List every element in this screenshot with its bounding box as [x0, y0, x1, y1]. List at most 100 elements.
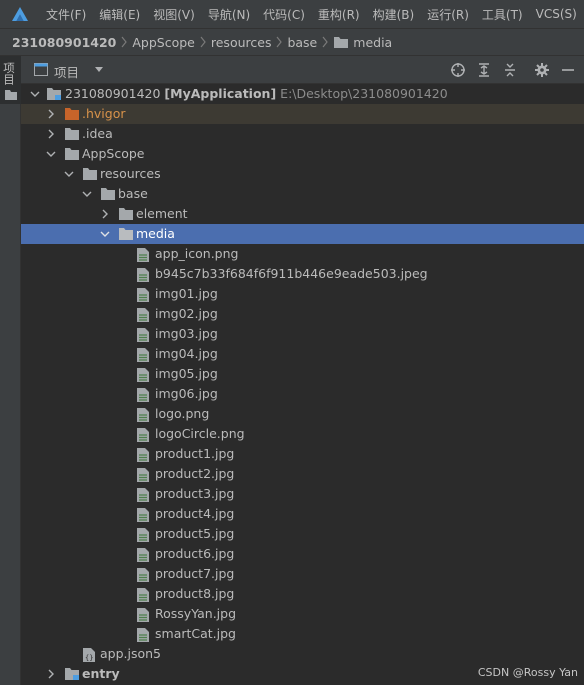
- tree-node-element[interactable]: element: [21, 204, 584, 224]
- chevron-down-icon[interactable]: [30, 89, 40, 99]
- tree-node-hvigor[interactable]: .hvigor: [21, 104, 584, 124]
- tree-node-file-label: product1.jpg: [155, 446, 235, 461]
- tree-node-appscope[interactable]: AppScope: [21, 144, 584, 164]
- tree-node-file[interactable]: product6.jpg: [21, 544, 584, 564]
- folder-icon: [65, 148, 79, 160]
- hide-panel-button[interactable]: [560, 62, 576, 78]
- tree-node-file[interactable]: img03.jpg: [21, 324, 584, 344]
- menu-bar: 文件(F) 编辑(E) 视图(V) 导航(N) 代码(C) 重构(R) 构建(B…: [0, 0, 584, 28]
- image-file-icon: [137, 428, 149, 442]
- project-tool-tab[interactable]: 项目: [0, 56, 21, 104]
- breadcrumb-project[interactable]: 231080901420: [12, 35, 116, 50]
- project-panel-header: 项目: [21, 56, 584, 84]
- chevron-down-icon[interactable]: [100, 229, 110, 239]
- image-file-icon: [137, 528, 149, 542]
- image-file-icon: [137, 268, 149, 282]
- breadcrumb: 231080901420 AppScope resources base med…: [0, 28, 584, 56]
- chevron-right-icon[interactable]: [46, 669, 56, 679]
- image-file-icon: [137, 448, 149, 462]
- menu-vcs[interactable]: VCS(S): [529, 7, 583, 21]
- menu-code[interactable]: 代码(C): [256, 6, 311, 23]
- tree-node-file[interactable]: img02.jpg: [21, 304, 584, 324]
- tree-node-media[interactable]: media: [21, 224, 584, 244]
- tree-node-file[interactable]: img05.jpg: [21, 364, 584, 384]
- tree-node-file-label: product7.jpg: [155, 566, 235, 581]
- tree-node-file[interactable]: smartCat.jpg: [21, 624, 584, 644]
- chevron-right-icon[interactable]: [46, 129, 56, 139]
- breadcrumb-appscope[interactable]: AppScope: [132, 35, 195, 50]
- tree-node-app-json5[interactable]: {} app.json5: [21, 644, 584, 664]
- menu-view[interactable]: 视图(V): [146, 6, 201, 23]
- menu-navigate[interactable]: 导航(N): [201, 6, 256, 23]
- tree-node-file-label: img04.jpg: [155, 346, 218, 361]
- collapse-all-button[interactable]: [502, 62, 518, 78]
- chevron-right-icon: [200, 36, 206, 48]
- menu-file[interactable]: 文件(F): [39, 6, 92, 23]
- tree-node-file[interactable]: product4.jpg: [21, 504, 584, 524]
- chevron-right-icon: [121, 36, 128, 48]
- menu-run[interactable]: 运行(R): [420, 6, 475, 23]
- tree-node-file-label: product3.jpg: [155, 486, 235, 501]
- chevron-right-icon[interactable]: [46, 109, 56, 119]
- tree-node-idea[interactable]: .idea: [21, 124, 584, 144]
- tree-node-app-json5-label: app.json5: [100, 646, 162, 661]
- tree-node-file[interactable]: product1.jpg: [21, 444, 584, 464]
- tree-node-file[interactable]: img01.jpg: [21, 284, 584, 304]
- chevron-down-icon[interactable]: [82, 189, 92, 199]
- chevron-down-icon[interactable]: [94, 66, 104, 74]
- root-path: E:\Desktop\231080901420: [280, 86, 448, 101]
- tree-node-file-label: product4.jpg: [155, 506, 235, 521]
- breadcrumb-media-label: media: [353, 34, 393, 50]
- tree-node-file[interactable]: logo.png: [21, 404, 584, 424]
- tree-node-file[interactable]: logoCircle.png: [21, 424, 584, 444]
- tree-node-file[interactable]: product3.jpg: [21, 484, 584, 504]
- tree-node-file[interactable]: b945c7b33f684f6f911b446e9eade503.jpeg: [21, 264, 584, 284]
- tree-node-file[interactable]: product7.jpg: [21, 564, 584, 584]
- chevron-right-icon[interactable]: [100, 209, 110, 219]
- folder-icon: [334, 36, 349, 48]
- tree-node-file-label: product8.jpg: [155, 586, 235, 601]
- crosshair-icon: [451, 63, 465, 77]
- locate-file-button[interactable]: [450, 62, 466, 78]
- tree-node-file[interactable]: app_icon.png: [21, 244, 584, 264]
- tree-node-base[interactable]: base: [21, 184, 584, 204]
- tree-node-media-label: media: [136, 226, 175, 241]
- tree-node-file-label: product2.jpg: [155, 466, 235, 481]
- tree-node-file-label: RossyYan.jpg: [155, 606, 237, 621]
- tree-node-root[interactable]: 231080901420 [MyApplication] E:\Desktop\2…: [21, 84, 584, 104]
- tree-node-file-label: smartCat.jpg: [155, 626, 236, 641]
- breadcrumb-resources[interactable]: resources: [211, 35, 272, 50]
- tree-node-file[interactable]: product5.jpg: [21, 524, 584, 544]
- folder-icon: [83, 168, 97, 180]
- menu-edit[interactable]: 编辑(E): [92, 6, 146, 23]
- tree-node-file-label: img05.jpg: [155, 366, 218, 381]
- panel-title[interactable]: 项目: [54, 62, 79, 81]
- menu-tools[interactable]: 工具(T): [475, 6, 529, 23]
- tree-node-file-label: logo.png: [155, 406, 210, 421]
- breadcrumb-media[interactable]: media: [333, 35, 392, 50]
- tree-node-base-label: base: [118, 186, 148, 201]
- tree-node-root-label: 231080901420 [MyApplication] E:\Desktop\2…: [65, 86, 448, 101]
- tree-node-resources[interactable]: resources: [21, 164, 584, 184]
- image-file-icon: [137, 628, 149, 642]
- chevron-down-icon[interactable]: [46, 149, 56, 159]
- expand-all-button[interactable]: [476, 62, 492, 78]
- tree-node-file-label: product5.jpg: [155, 526, 235, 541]
- menu-refactor[interactable]: 重构(R): [311, 6, 366, 23]
- chevron-down-icon[interactable]: [64, 169, 74, 179]
- root-module-name: [MyApplication]: [164, 86, 277, 101]
- folder-icon: [119, 228, 133, 240]
- tree-node-appscope-label: AppScope: [82, 146, 145, 161]
- tree-node-file[interactable]: product8.jpg: [21, 584, 584, 604]
- tree-node-file[interactable]: RossyYan.jpg: [21, 604, 584, 624]
- svg-text:{}: {}: [85, 654, 93, 662]
- breadcrumb-base[interactable]: base: [287, 35, 317, 50]
- tree-node-file[interactable]: img06.jpg: [21, 384, 584, 404]
- menu-build[interactable]: 构建(B): [366, 6, 421, 23]
- image-file-icon: [137, 328, 149, 342]
- settings-button[interactable]: [534, 62, 550, 78]
- tree-node-file[interactable]: img04.jpg: [21, 344, 584, 364]
- tree-node-file[interactable]: product2.jpg: [21, 464, 584, 484]
- collapse-all-icon: [505, 63, 515, 77]
- expand-all-icon: [479, 63, 489, 77]
